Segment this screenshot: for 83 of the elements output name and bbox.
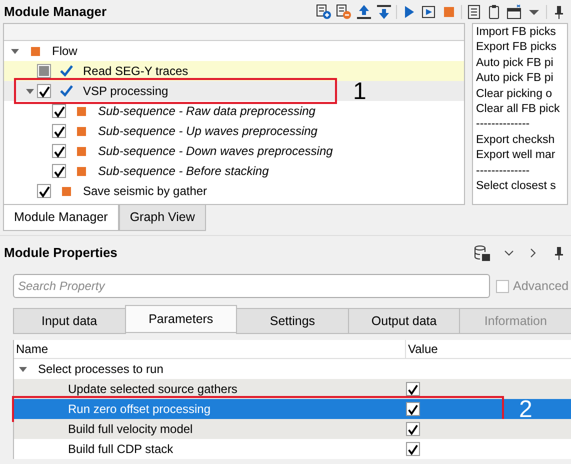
tree-row[interactable]: Save seismic by gather [4,181,464,201]
checkbox[interactable] [37,184,51,198]
property-label: Build full velocity model [68,422,193,436]
property-label: Update selected source gathers [68,382,238,396]
tree-row[interactable]: Sub-sequence - Up waves preprocessing [4,121,464,141]
property-row[interactable]: Build full velocity model [14,419,571,439]
action-item[interactable]: Clear all FB pick [476,102,564,118]
checkbox[interactable] [52,164,66,178]
property-label: Run zero offset processing [68,402,211,416]
checkbox[interactable] [52,124,66,138]
checkbox[interactable] [406,442,420,456]
remove-module-icon[interactable] [336,4,352,20]
check-icon [407,442,419,456]
check-icon [407,382,419,396]
window-icon[interactable] [506,4,522,20]
tree-label: VSP processing [83,83,168,100]
property-label: Build full CDP stack [68,442,174,456]
step-run-icon[interactable] [421,4,437,20]
tree-label: Sub-sequence - Up waves preprocessing [98,123,318,140]
move-down-icon[interactable] [376,4,392,20]
clipboard-icon[interactable] [486,4,502,20]
expanded-caret-icon[interactable] [19,365,27,373]
move-up-icon[interactable] [356,4,372,20]
column-header: Name [14,340,406,358]
expanded-caret-icon[interactable] [26,87,34,95]
expanded-caret-icon[interactable] [11,47,19,55]
check-icon [53,105,66,118]
check-icon [53,165,66,178]
checkbox[interactable] [406,382,420,396]
tree-label: Sub-sequence - Raw data preprocessing [98,103,316,120]
property-row[interactable]: Build full CDP stack [14,439,571,459]
property-row[interactable]: Select processes to run [14,359,571,379]
tree-row[interactable]: Flow [4,41,464,61]
panel-tab[interactable]: Module Manager [3,205,119,231]
tree-row[interactable]: Sub-sequence - Raw data preprocessing [4,101,464,121]
tree-row[interactable]: Sub-sequence - Down waves preprocessing [4,141,464,161]
tree-row[interactable]: Sub-sequence - Before stacking [4,161,464,181]
action-item[interactable]: Select closest s [476,179,564,194]
action-item[interactable]: -------------- [476,117,564,133]
check-icon [53,125,66,138]
property-row[interactable]: Run zero offset processing 2 [14,399,571,419]
add-module-icon[interactable] [316,4,332,20]
action-item[interactable]: Export well mar [476,148,564,164]
action-item[interactable]: Export FB picks [476,40,564,56]
tab[interactable]: Output data [348,308,460,334]
column-header: Value [407,341,438,358]
tree-row[interactable]: Read SEG-Y traces [4,61,464,81]
database-lock-icon[interactable] [473,244,491,262]
tree-label: Flow [52,43,78,60]
action-item[interactable]: Auto pick FB pi [476,56,564,72]
tab[interactable]: Input data [13,308,126,334]
search-field[interactable]: Search Property [13,274,490,298]
action-item[interactable]: Import FB picks [476,25,564,40]
checkbox[interactable] [52,104,66,118]
action-item[interactable]: Export checksh [476,132,564,148]
tree-label: Save seismic by gather [83,183,208,200]
list-icon[interactable] [466,4,482,20]
action-item[interactable]: Clear picking o [476,86,564,102]
checkbox[interactable] [37,84,51,98]
checkbox[interactable] [37,64,51,78]
check-icon [38,185,51,198]
annotation-number: 2 [519,398,532,422]
tab[interactable]: Settings [236,308,349,334]
property-row[interactable]: Update selected source gathers [14,379,571,399]
checkbox[interactable] [52,144,66,158]
panel-tab[interactable]: Graph View [118,205,206,231]
annotation-number: 1 [353,80,366,104]
group-label: Select processes to run [38,361,164,378]
checkbox[interactable] [406,402,420,416]
tree-label: Sub-sequence - Down waves preprocessing [98,143,333,160]
check-icon [38,85,51,98]
check-icon [407,402,419,416]
tree-row[interactable]: VSP processing 1 [4,81,464,101]
action-item[interactable]: -------------- [476,164,564,180]
action-item[interactable]: Auto pick FB pi [476,71,564,87]
panel-title: Module Manager [4,2,107,21]
check-icon [53,145,66,158]
checkbox[interactable] [406,422,420,436]
panel-title: Module Properties [4,244,118,262]
tree-label: Read SEG-Y traces [83,63,188,80]
tab[interactable]: Parameters [124,305,238,333]
check-icon [407,422,419,436]
tree-label: Sub-sequence - Before stacking [98,163,269,180]
